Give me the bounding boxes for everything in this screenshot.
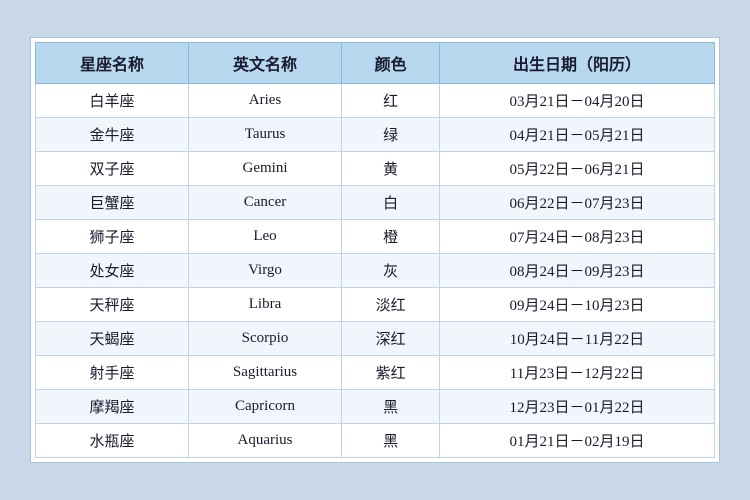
table-row: 摩羯座Capricorn黑12月23日－01月22日 <box>36 390 715 424</box>
cell-10-3: 01月21日－02月19日 <box>440 424 715 458</box>
cell-7-2: 深红 <box>342 322 440 356</box>
cell-2-2: 黄 <box>342 152 440 186</box>
table-row: 天秤座Libra淡红09月24日－10月23日 <box>36 288 715 322</box>
cell-8-3: 11月23日－12月22日 <box>440 356 715 390</box>
cell-5-3: 08月24日－09月23日 <box>440 254 715 288</box>
cell-0-3: 03月21日－04月20日 <box>440 84 715 118</box>
table-row: 金牛座Taurus绿04月21日－05月21日 <box>36 118 715 152</box>
cell-8-1: Sagittarius <box>188 356 341 390</box>
table-row: 处女座Virgo灰08月24日－09月23日 <box>36 254 715 288</box>
cell-9-1: Capricorn <box>188 390 341 424</box>
header-col-0: 星座名称 <box>36 43 189 84</box>
cell-2-1: Gemini <box>188 152 341 186</box>
cell-7-3: 10月24日－11月22日 <box>440 322 715 356</box>
cell-1-1: Taurus <box>188 118 341 152</box>
cell-9-0: 摩羯座 <box>36 390 189 424</box>
zodiac-table: 星座名称英文名称颜色出生日期（阳历） 白羊座Aries红03月21日－04月20… <box>35 42 715 458</box>
header-col-2: 颜色 <box>342 43 440 84</box>
cell-9-3: 12月23日－01月22日 <box>440 390 715 424</box>
cell-0-1: Aries <box>188 84 341 118</box>
table-row: 白羊座Aries红03月21日－04月20日 <box>36 84 715 118</box>
header-col-1: 英文名称 <box>188 43 341 84</box>
zodiac-table-wrapper: 星座名称英文名称颜色出生日期（阳历） 白羊座Aries红03月21日－04月20… <box>30 37 720 463</box>
cell-3-1: Cancer <box>188 186 341 220</box>
cell-4-2: 橙 <box>342 220 440 254</box>
cell-3-0: 巨蟹座 <box>36 186 189 220</box>
cell-1-0: 金牛座 <box>36 118 189 152</box>
cell-1-2: 绿 <box>342 118 440 152</box>
cell-2-3: 05月22日－06月21日 <box>440 152 715 186</box>
cell-7-0: 天蝎座 <box>36 322 189 356</box>
cell-3-3: 06月22日－07月23日 <box>440 186 715 220</box>
cell-10-1: Aquarius <box>188 424 341 458</box>
cell-6-0: 天秤座 <box>36 288 189 322</box>
cell-10-2: 黑 <box>342 424 440 458</box>
cell-6-3: 09月24日－10月23日 <box>440 288 715 322</box>
cell-4-3: 07月24日－08月23日 <box>440 220 715 254</box>
table-row: 双子座Gemini黄05月22日－06月21日 <box>36 152 715 186</box>
header-row: 星座名称英文名称颜色出生日期（阳历） <box>36 43 715 84</box>
table-header: 星座名称英文名称颜色出生日期（阳历） <box>36 43 715 84</box>
table-body: 白羊座Aries红03月21日－04月20日金牛座Taurus绿04月21日－0… <box>36 84 715 458</box>
cell-5-1: Virgo <box>188 254 341 288</box>
cell-5-0: 处女座 <box>36 254 189 288</box>
cell-8-0: 射手座 <box>36 356 189 390</box>
cell-1-3: 04月21日－05月21日 <box>440 118 715 152</box>
cell-0-0: 白羊座 <box>36 84 189 118</box>
cell-4-0: 狮子座 <box>36 220 189 254</box>
cell-3-2: 白 <box>342 186 440 220</box>
cell-6-1: Libra <box>188 288 341 322</box>
cell-9-2: 黑 <box>342 390 440 424</box>
table-row: 巨蟹座Cancer白06月22日－07月23日 <box>36 186 715 220</box>
cell-7-1: Scorpio <box>188 322 341 356</box>
cell-5-2: 灰 <box>342 254 440 288</box>
cell-8-2: 紫红 <box>342 356 440 390</box>
cell-4-1: Leo <box>188 220 341 254</box>
table-row: 狮子座Leo橙07月24日－08月23日 <box>36 220 715 254</box>
cell-10-0: 水瓶座 <box>36 424 189 458</box>
cell-6-2: 淡红 <box>342 288 440 322</box>
cell-2-0: 双子座 <box>36 152 189 186</box>
table-row: 天蝎座Scorpio深红10月24日－11月22日 <box>36 322 715 356</box>
table-row: 水瓶座Aquarius黑01月21日－02月19日 <box>36 424 715 458</box>
cell-0-2: 红 <box>342 84 440 118</box>
table-row: 射手座Sagittarius紫红11月23日－12月22日 <box>36 356 715 390</box>
header-col-3: 出生日期（阳历） <box>440 43 715 84</box>
